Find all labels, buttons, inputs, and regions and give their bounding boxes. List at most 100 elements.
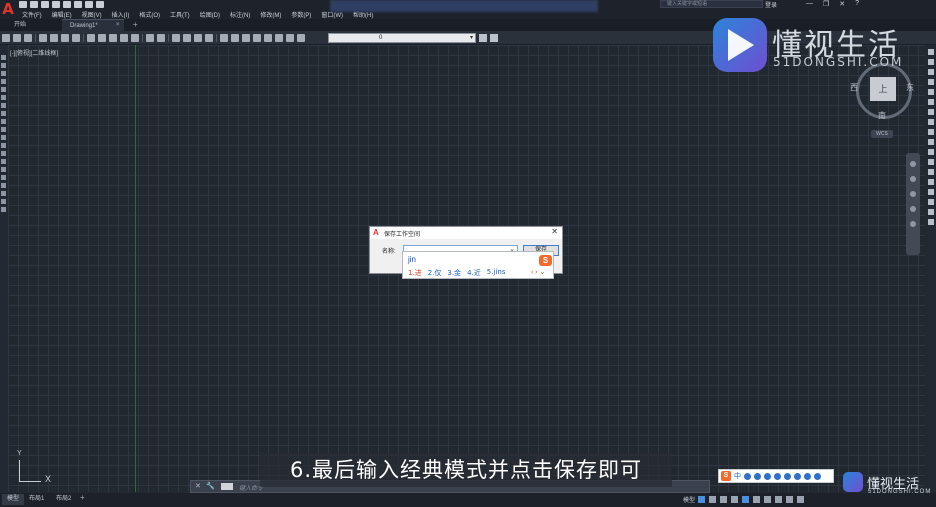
polygon-icon[interactable]	[1, 79, 6, 84]
polyline-icon[interactable]	[1, 71, 6, 76]
microphone-icon[interactable]	[774, 472, 781, 480]
help-toolbar-icon[interactable]	[286, 34, 294, 42]
tab-layout1[interactable]: 布局1	[24, 494, 49, 505]
polar-icon[interactable]	[731, 496, 738, 503]
menu-modify[interactable]: 修改(M)	[260, 10, 281, 19]
moon-icon[interactable]	[754, 472, 761, 480]
spline-icon[interactable]	[1, 119, 6, 124]
array-icon[interactable]	[928, 89, 934, 95]
menu-tools[interactable]: 工具(T)	[170, 10, 190, 19]
fillet-icon[interactable]	[928, 199, 934, 205]
markup-icon[interactable]	[264, 34, 272, 42]
print-icon[interactable]	[74, 1, 82, 8]
viewcube-south[interactable]: 南	[878, 110, 886, 121]
rectangle-icon[interactable]	[1, 87, 6, 92]
open-file-icon[interactable]	[13, 34, 21, 42]
wcs-menu[interactable]: WCS	[871, 130, 893, 138]
calculator-icon[interactable]	[275, 34, 283, 42]
skin-icon[interactable]	[794, 472, 801, 480]
close-button[interactable]: ✕	[839, 0, 845, 8]
plot-icon[interactable]	[63, 1, 71, 8]
tab-close-icon[interactable]: ×	[116, 19, 120, 31]
extend-icon[interactable]	[928, 149, 934, 155]
keyboard-icon[interactable]	[784, 472, 791, 480]
scale-icon[interactable]	[928, 119, 934, 125]
region-icon[interactable]	[1, 183, 6, 188]
toolbox-icon[interactable]	[804, 472, 811, 480]
search-input[interactable]: 键入关键字或短语	[660, 0, 763, 8]
menu-format[interactable]: 格式(O)	[139, 10, 160, 19]
save-as-icon[interactable]	[52, 1, 60, 8]
copy-object-icon[interactable]	[928, 59, 934, 65]
snap-icon[interactable]	[709, 496, 716, 503]
design-center-icon[interactable]	[231, 34, 239, 42]
point-icon[interactable]	[1, 159, 6, 164]
lineweight-icon[interactable]	[764, 496, 771, 503]
ime-page-nav[interactable]: ‹ › ⌄	[531, 268, 545, 276]
ellipse-icon[interactable]	[1, 127, 6, 132]
viewcube-top-face[interactable]: 上	[870, 77, 896, 101]
layer-properties-icon[interactable]	[297, 34, 305, 42]
ime-language[interactable]: 中	[734, 471, 741, 481]
ime-candidate[interactable]: 2.仅	[428, 268, 442, 278]
mtext-icon[interactable]	[1, 199, 6, 204]
ime-candidate[interactable]: 5.jins	[487, 268, 506, 278]
chevron-down-icon[interactable]: ▾	[470, 34, 473, 42]
insert-block-icon[interactable]	[1, 143, 6, 148]
mirror-icon[interactable]	[928, 69, 934, 75]
ime-candidate[interactable]: 3.金	[447, 268, 461, 278]
ime-candidate[interactable]: 4.近	[467, 268, 481, 278]
signin-button[interactable]: 登录	[765, 0, 777, 9]
menu-edit[interactable]: 编辑(E)	[52, 10, 72, 19]
dialog-close-button[interactable]: ✕	[551, 227, 558, 236]
paste-icon[interactable]	[109, 34, 117, 42]
showmotion-icon[interactable]	[910, 221, 916, 227]
tab-drawing1[interactable]: Drawing1*	[62, 19, 124, 31]
break-at-point-icon[interactable]	[928, 159, 934, 165]
orbit-icon[interactable]	[910, 206, 916, 212]
redo-icon[interactable]	[96, 1, 104, 8]
plot-file-icon[interactable]	[39, 34, 47, 42]
chamfer-icon[interactable]	[928, 189, 934, 195]
block-editor-icon[interactable]	[131, 34, 139, 42]
help-button[interactable]: ?	[855, 0, 859, 8]
erase-icon[interactable]	[928, 49, 934, 55]
layer-previous-icon[interactable]	[490, 34, 498, 42]
menu-grid-icon[interactable]	[814, 472, 821, 480]
save-file-icon[interactable]	[24, 34, 32, 42]
new-tab-button[interactable]: +	[133, 19, 138, 31]
sheet-set-icon[interactable]	[253, 34, 261, 42]
zoom-window-icon[interactable]	[194, 34, 202, 42]
menu-file[interactable]: 文件(F)	[22, 10, 42, 19]
pan-nav-icon[interactable]	[910, 176, 916, 182]
menu-view[interactable]: 视图(V)	[82, 10, 102, 19]
layer-dropdown[interactable]: 0 ▾	[328, 33, 476, 43]
recent-commands-icon[interactable]	[221, 483, 233, 490]
move-icon[interactable]	[928, 99, 934, 105]
rotate-icon[interactable]	[928, 109, 934, 115]
grid-icon[interactable]	[698, 496, 705, 503]
make-block-icon[interactable]	[1, 151, 6, 156]
xline-icon[interactable]	[1, 63, 6, 68]
add-selected-icon[interactable]	[1, 207, 6, 212]
annotation-scale-icon[interactable]	[797, 496, 804, 503]
zoom-extents-icon[interactable]	[910, 191, 916, 197]
trim-icon[interactable]	[928, 139, 934, 145]
stretch-icon[interactable]	[928, 129, 934, 135]
autocad-logo-icon[interactable]: A	[1, 0, 15, 19]
redo-toolbar-icon[interactable]	[157, 34, 165, 42]
offset-icon[interactable]	[928, 79, 934, 85]
publish-icon[interactable]	[61, 34, 69, 42]
otrack-icon[interactable]	[753, 496, 760, 503]
3d-print-icon[interactable]	[72, 34, 80, 42]
new-icon[interactable]	[19, 1, 27, 8]
restore-button[interactable]: ❐	[823, 0, 829, 8]
preview-icon[interactable]	[50, 34, 58, 42]
qnew-icon[interactable]	[2, 34, 10, 42]
copy-icon[interactable]	[98, 34, 106, 42]
steering-wheel-icon[interactable]	[910, 161, 916, 167]
add-layout-button[interactable]: +	[80, 493, 85, 502]
menu-dimension[interactable]: 标注(N)	[230, 10, 250, 19]
open-icon[interactable]	[30, 1, 38, 8]
cut-icon[interactable]	[87, 34, 95, 42]
